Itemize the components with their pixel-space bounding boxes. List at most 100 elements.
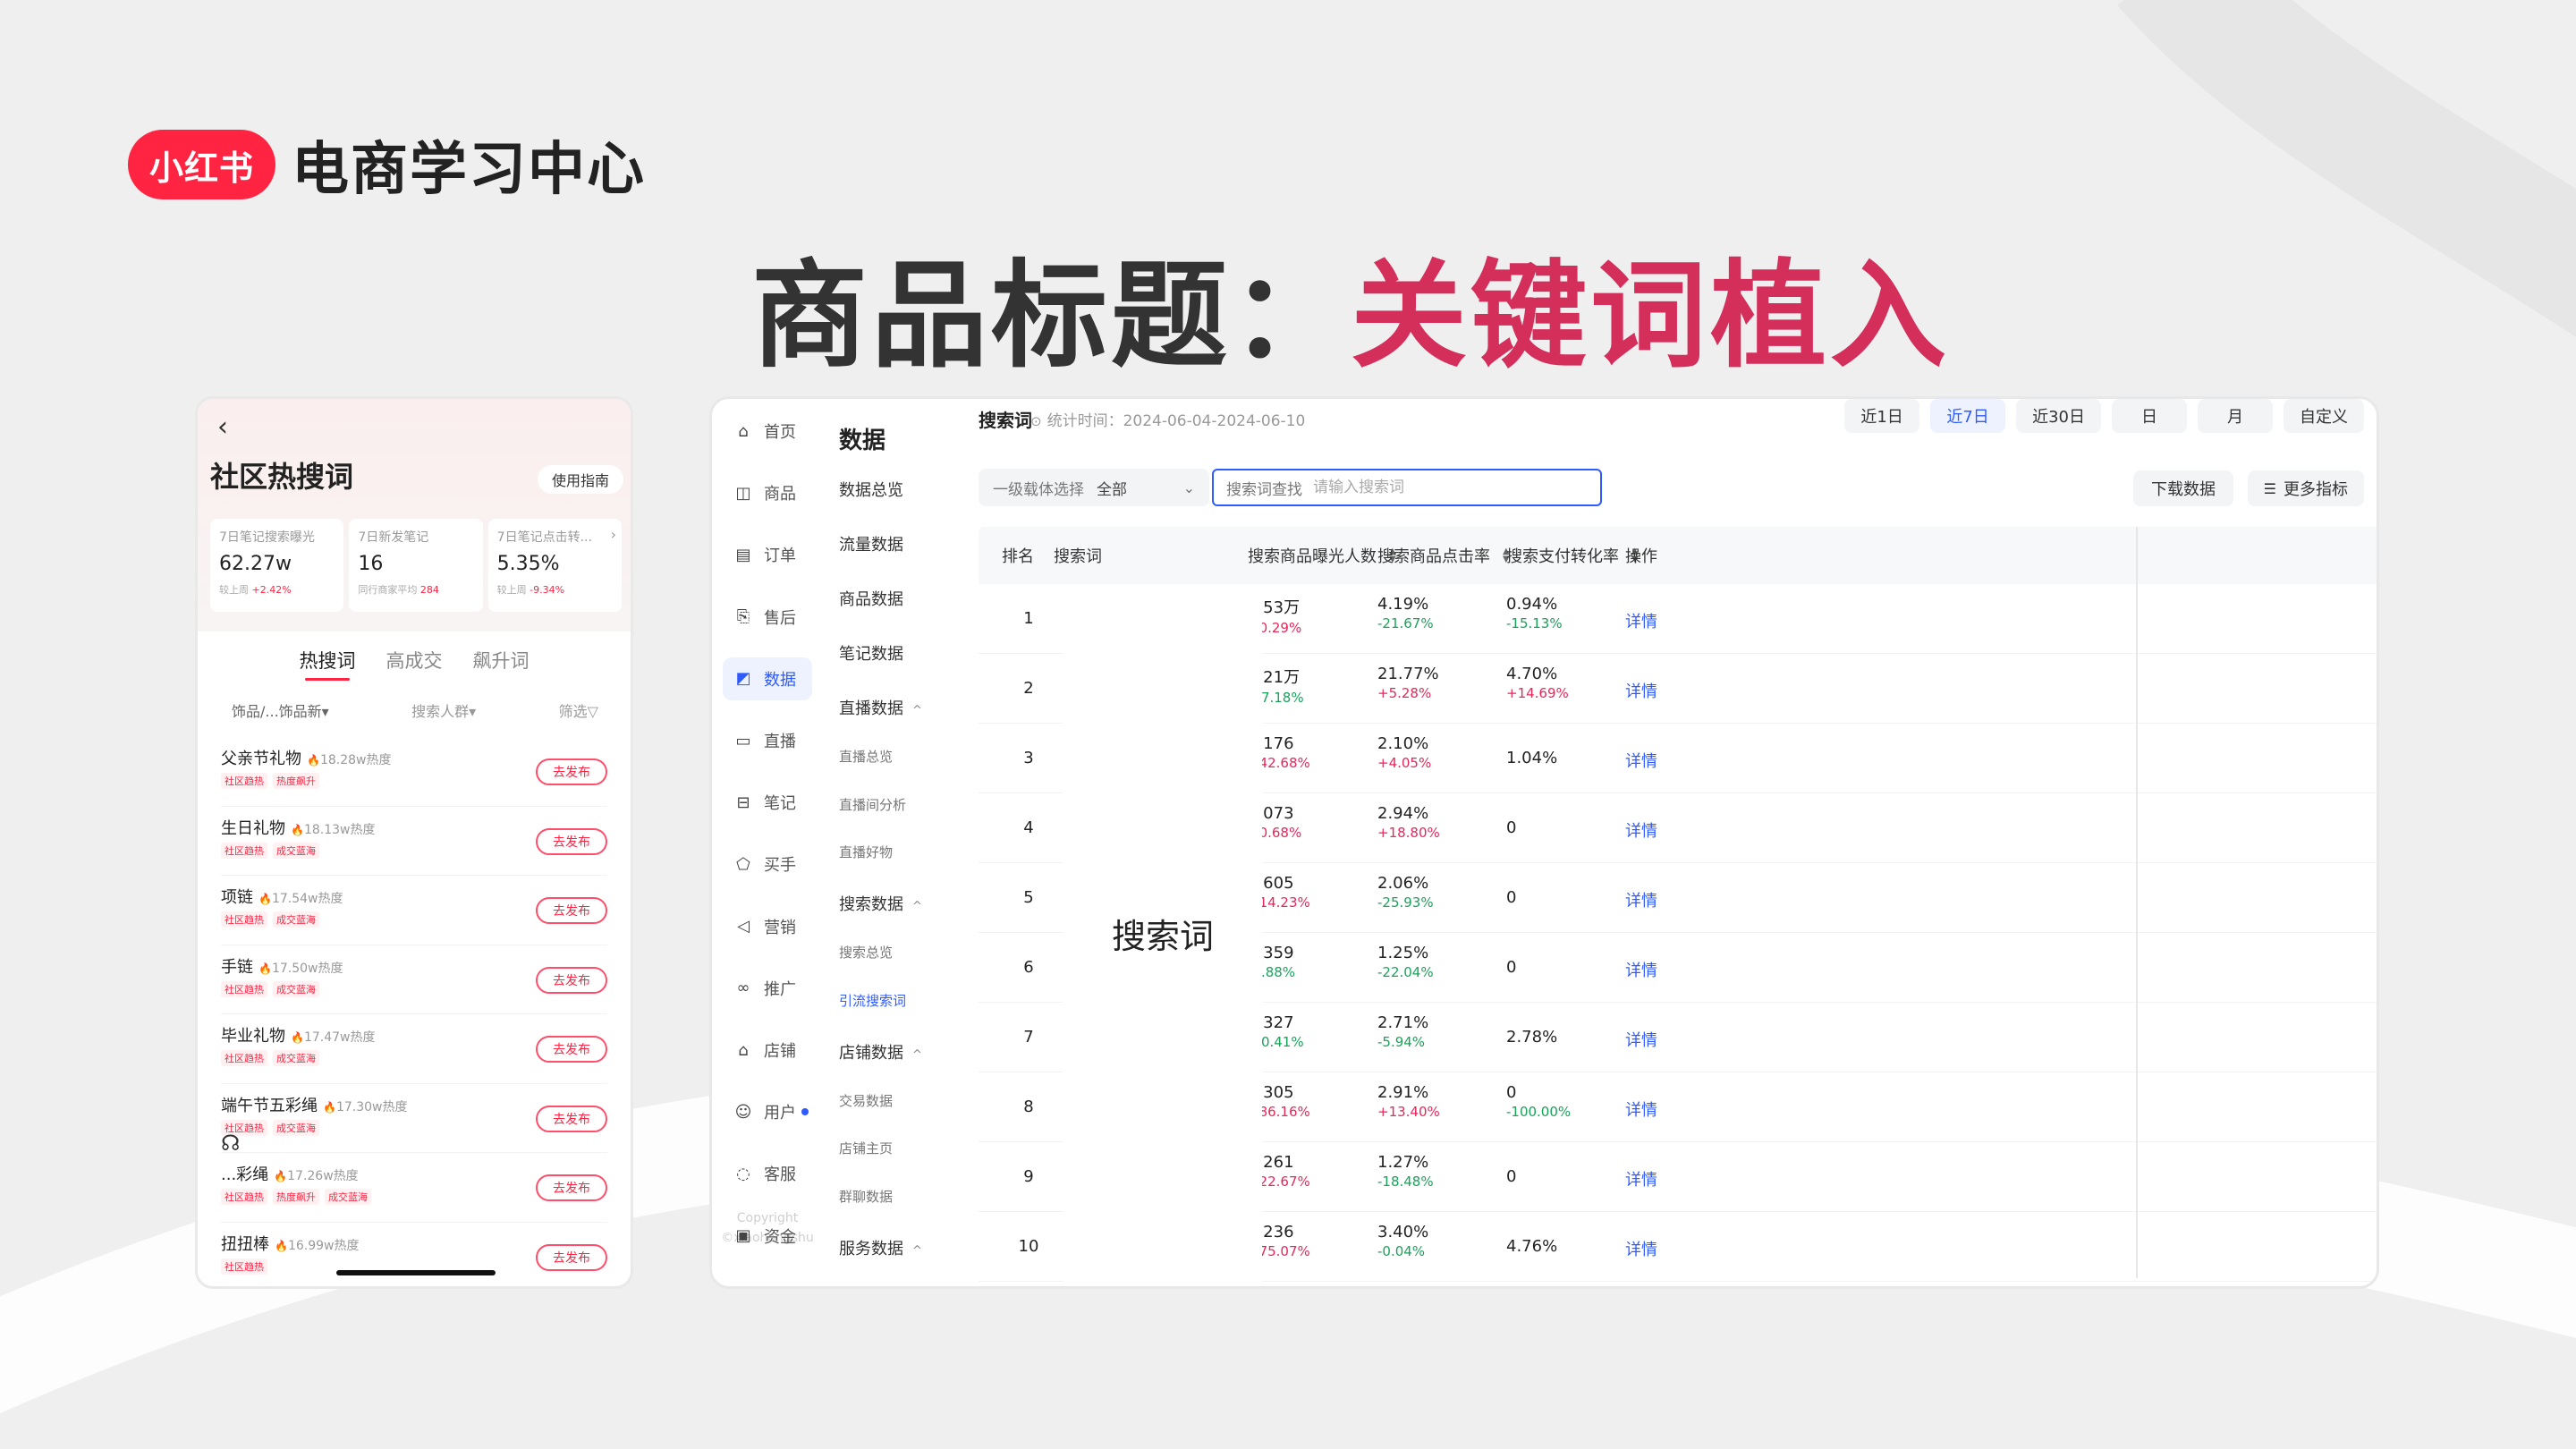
sub-nav-item[interactable]: 数据总览: [839, 478, 903, 501]
stat-foot-value: 284: [419, 584, 439, 596]
nav-item[interactable]: ◩ 数据: [723, 657, 812, 700]
nav-item[interactable]: ∞ 推广: [723, 967, 812, 1010]
publish-button[interactable]: 去发布: [536, 966, 607, 994]
publish-button[interactable]: 去发布: [536, 827, 607, 855]
notification-dot: [801, 1108, 809, 1116]
sub-nav-label: 数据总览: [839, 481, 903, 500]
publish-button[interactable]: 去发布: [536, 1174, 607, 1201]
stat-label: 7日笔记搜索曝光: [219, 530, 315, 545]
nav-item[interactable]: ▣ 资金: [723, 1215, 812, 1258]
detail-link[interactable]: 详情: [1625, 749, 1657, 772]
ctr-cell: 2.71% -5.94%: [1377, 1013, 1428, 1050]
detail-link[interactable]: 详情: [1625, 818, 1657, 842]
cvr-cell: 4.70% +14.69%: [1506, 665, 1569, 701]
sub-nav-item[interactable]: 搜索总览: [839, 943, 893, 962]
stat-card: 7日新发笔记 16 同行商家平均 284: [349, 519, 483, 612]
sub-nav-item[interactable]: 直播间分析: [839, 795, 906, 814]
store-icon: ⌂: [738, 1040, 749, 1060]
publish-button[interactable]: 去发布: [536, 1036, 607, 1063]
nav-item[interactable]: ☺ 用户: [723, 1090, 812, 1133]
chevron-up-icon: ^: [912, 1047, 922, 1062]
detail-link[interactable]: 详情: [1625, 1237, 1657, 1260]
publish-button[interactable]: 去发布: [536, 897, 607, 924]
ctr-value: 1.27%: [1377, 1153, 1429, 1172]
tab-high-deal[interactable]: 高成交: [386, 647, 443, 679]
publish-button[interactable]: 去发布: [536, 1105, 607, 1132]
sub-nav-item[interactable]: 引流搜索词: [839, 991, 906, 1010]
stat-value: 62.27w: [219, 553, 292, 575]
range-tab[interactable]: 自定义: [2284, 399, 2364, 433]
hot-word-name: ...彩绳 17.26w热度: [221, 1162, 359, 1185]
nav-item[interactable]: ◁ 营销: [723, 905, 812, 948]
nav-item[interactable]: ⎘ 售后: [723, 596, 812, 639]
sub-nav-item[interactable]: 店铺主页: [839, 1139, 893, 1157]
range-tab[interactable]: 近1日: [1844, 399, 1920, 433]
col-cvr[interactable]: 搜索支付转化率 ▲ ▼: [1506, 544, 1639, 567]
nav-item[interactable]: ◫ 商品: [723, 471, 812, 514]
sub-nav-item[interactable]: 直播好物: [839, 843, 893, 861]
range-tab[interactable]: 近7日: [1930, 399, 2006, 433]
download-button[interactable]: 下载数据: [2133, 470, 2233, 506]
nav-item[interactable]: ⌂ 首页: [723, 410, 812, 453]
detail-link[interactable]: 详情: [1625, 609, 1657, 632]
hot-word-list: 父亲节礼物18.28w热度社区趋热热度飙升去发布生日礼物18.13w热度社区趋热…: [198, 737, 631, 1286]
filter-button[interactable]: 筛选▽: [559, 699, 598, 721]
range-tab[interactable]: 月: [2198, 399, 2273, 433]
phone-title: 社区热搜词: [210, 460, 354, 494]
chevron-left-icon[interactable]: ‹: [217, 411, 228, 443]
nav-item[interactable]: ⊟ 笔记: [723, 781, 812, 824]
category-filter[interactable]: 饰品/...饰品新▾: [232, 699, 329, 721]
col-exposure[interactable]: 搜索商品曝光人数 ▲ ▼: [1248, 544, 1396, 567]
nav-item-label: 笔记: [764, 794, 796, 814]
col-keyword: 搜索词: [1054, 547, 1102, 566]
sub-nav-item[interactable]: 商品数据: [839, 587, 903, 610]
nav-item[interactable]: ▭ 直播: [723, 719, 812, 762]
list-item: ...彩绳 17.26w热度社区趋热热度飙升成交蓝海 去发布: [221, 1153, 607, 1223]
nav-item[interactable]: ◌ 客服: [723, 1152, 812, 1195]
detail-link[interactable]: 详情: [1625, 888, 1657, 911]
publish-button[interactable]: 去发布: [536, 1243, 607, 1271]
detail-link[interactable]: 详情: [1625, 1028, 1657, 1051]
headset-icon[interactable]: ☊: [221, 1131, 248, 1157]
keyword-search[interactable]: 搜索词查找: [1212, 469, 1602, 506]
page-title: 搜索词: [979, 410, 1032, 431]
stat-card[interactable]: 7日笔记点击转... 5.35% 较上周 -9.34% ›: [487, 519, 622, 612]
search-input[interactable]: [1313, 479, 1588, 496]
sub-nav-item[interactable]: 直播数据 ^: [839, 696, 922, 719]
sub-nav-item[interactable]: 服务数据 ^: [839, 1236, 922, 1259]
sub-nav-item[interactable]: 直播总览: [839, 747, 893, 766]
detail-link[interactable]: 详情: [1625, 1097, 1657, 1121]
detail-link[interactable]: 详情: [1625, 679, 1657, 702]
live-icon: ▭: [735, 731, 751, 750]
detail-link[interactable]: 详情: [1625, 958, 1657, 981]
sub-nav-item[interactable]: 搜索数据 ^: [839, 892, 922, 915]
more-metrics-button[interactable]: ☰ 更多指标: [2247, 470, 2364, 506]
tab-hot-words[interactable]: 热搜词: [300, 647, 356, 681]
publish-button[interactable]: 去发布: [536, 758, 607, 785]
main-content: 搜索词 ⊙ 统计时间：2024-06-04-2024-06-10 近1日 近7日 近3…: [966, 399, 2377, 1286]
guide-button[interactable]: 使用指南: [537, 465, 623, 494]
ctr-cell: 2.94% +18.80%: [1377, 804, 1440, 841]
sub-nav-item[interactable]: 流量数据: [839, 532, 903, 555]
tag-group: 社区趋热 成交蓝海: [221, 842, 319, 859]
detail-link[interactable]: 详情: [1625, 1167, 1657, 1191]
audience-filter[interactable]: 搜索人群▾: [411, 699, 476, 721]
bag-icon: ◫: [735, 483, 751, 503]
sub-nav-item[interactable]: 笔记数据: [839, 641, 903, 665]
heat-value: 17.47w热度: [291, 1030, 375, 1045]
tab-rising-words[interactable]: 飙升词: [473, 647, 530, 679]
nav-item[interactable]: ⬠ 买手: [723, 843, 812, 886]
nav-item[interactable]: ▤ 订单: [723, 533, 812, 576]
cvr-cell: 2.78%: [1506, 1028, 1557, 1046]
brand-logo: 小红书: [128, 130, 275, 199]
range-tab[interactable]: 日: [2112, 399, 2187, 433]
sub-nav-item[interactable]: 店铺数据 ^: [839, 1040, 922, 1063]
sub-nav-item[interactable]: 交易数据: [839, 1091, 893, 1110]
carrier-select[interactable]: 一级载体选择 全部 ⌄: [979, 469, 1209, 506]
range-tab[interactable]: 近30日: [2016, 399, 2101, 433]
sub-nav-item[interactable]: 群聊数据: [839, 1187, 893, 1206]
col-ctr[interactable]: 搜索商品点击率 ▲ ▼: [1377, 544, 1510, 567]
col-rank: 排名: [1002, 547, 1034, 566]
cvr-cell: 0: [1506, 888, 1516, 907]
nav-item[interactable]: ⌂ 店铺: [723, 1029, 812, 1072]
